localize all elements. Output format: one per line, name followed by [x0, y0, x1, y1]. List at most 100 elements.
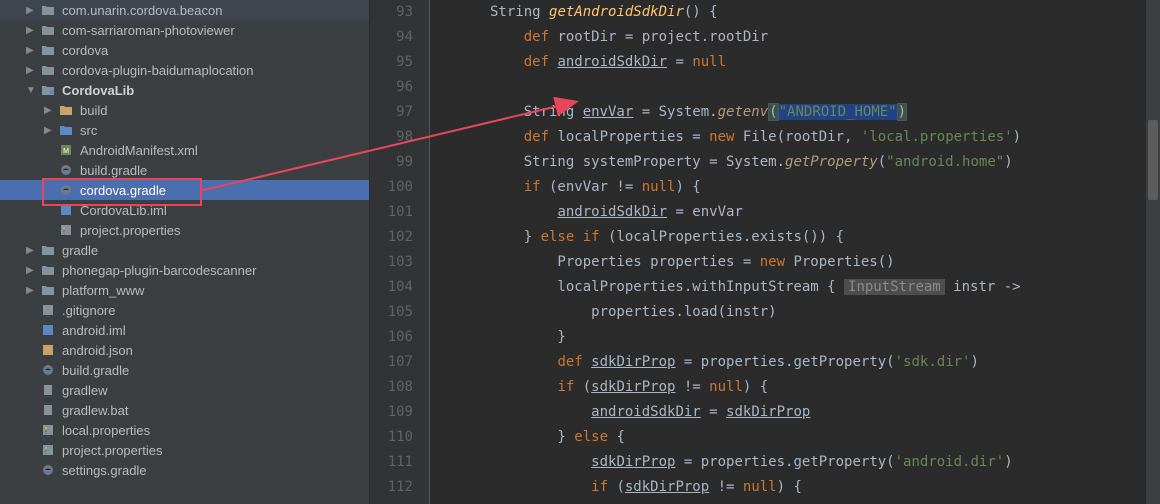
code-token	[490, 54, 524, 70]
expand-arrow-icon[interactable]: ▶	[26, 45, 36, 56]
code-line[interactable]: String envVar = System.getenv("ANDROID_H…	[490, 100, 1160, 125]
json-icon	[40, 342, 56, 358]
tree-item-label: AndroidManifest.xml	[80, 143, 198, 158]
tree-item-android-json[interactable]: ▶android.json	[0, 340, 369, 360]
code-token: getenv	[718, 104, 769, 120]
tree-item-build[interactable]: ▶ build	[0, 100, 369, 120]
code-token: androidSdkDir	[591, 404, 701, 420]
tree-item-build-gradle[interactable]: ▶build.gradle	[0, 360, 369, 380]
expand-arrow-icon[interactable]: ▶	[26, 5, 36, 16]
code-line[interactable]: String systemProperty = System.getProper…	[490, 150, 1160, 175]
code-token	[490, 179, 524, 195]
code-token	[490, 354, 557, 370]
code-token: else	[574, 429, 608, 445]
code-line[interactable]: localProperties.withInputStream { InputS…	[490, 275, 1160, 300]
folder-icon	[40, 22, 56, 38]
expand-arrow-icon[interactable]: ▶	[26, 285, 36, 296]
tree-item-gradlew-bat[interactable]: ▶gradlew.bat	[0, 400, 369, 420]
code-token: }	[490, 429, 574, 445]
code-token: envVar	[583, 104, 634, 120]
folder-icon	[40, 282, 56, 298]
tree-item-label: build.gradle	[62, 363, 129, 378]
project-tree[interactable]: ▶com.unarin.cordova.beacon▶com-sarriarom…	[0, 0, 370, 504]
tree-item-label: build	[80, 103, 107, 118]
tree-item-settings-gradle[interactable]: ▶settings.gradle	[0, 460, 369, 480]
tree-item-cordovalib-iml[interactable]: ▶CordovaLib.iml	[0, 200, 369, 220]
code-line[interactable]: androidSdkDir = sdkDirProp	[490, 400, 1160, 425]
tree-item-project-properties[interactable]: ▶project.properties	[0, 220, 369, 240]
line-number: 108	[370, 375, 413, 400]
expand-arrow-icon[interactable]: ▼	[26, 85, 36, 96]
code-token: 'android.dir'	[895, 454, 1005, 470]
code-token: localProperties.withInputStream {	[490, 279, 844, 295]
expand-arrow-icon[interactable]: ▶	[26, 245, 36, 256]
code-line[interactable]: def androidSdkDir = null	[490, 50, 1160, 75]
tree-item-label: cordova.gradle	[80, 183, 166, 198]
code-line[interactable]: def localProperties = new File(rootDir, …	[490, 125, 1160, 150]
iml-icon	[40, 322, 56, 338]
expand-arrow-icon[interactable]: ▶	[44, 105, 54, 116]
code-line[interactable]: } else if (localProperties.exists()) {	[490, 225, 1160, 250]
scrollbar-thumb[interactable]	[1148, 120, 1158, 200]
line-number: 96	[370, 75, 413, 100]
expand-arrow-icon[interactable]: ▶	[26, 65, 36, 76]
tree-item-platform-www[interactable]: ▶platform_www	[0, 280, 369, 300]
code-token: }	[490, 229, 541, 245]
tree-item-src[interactable]: ▶ src	[0, 120, 369, 140]
code-editor[interactable]: 9394959697989910010110210310410510610710…	[370, 0, 1160, 504]
code-token: = properties.getProperty(	[675, 454, 894, 470]
file-icon	[40, 402, 56, 418]
code-line[interactable]: if (sdkDirProp != null) {	[490, 475, 1160, 500]
tree-item-cordova[interactable]: ▶cordova	[0, 40, 369, 60]
tree-item--gitignore[interactable]: ▶.gitignore	[0, 300, 369, 320]
code-token: androidSdkDir	[557, 54, 667, 70]
code-line[interactable]: if (sdkDirProp != null) {	[490, 375, 1160, 400]
tree-item-label: phonegap-plugin-barcodescanner	[62, 263, 256, 278]
vertical-scrollbar[interactable]	[1146, 0, 1160, 504]
gradle-icon	[40, 362, 56, 378]
code-token: ) {	[675, 179, 700, 195]
code-line[interactable]: Properties properties = new Properties()	[490, 250, 1160, 275]
folder-icon	[40, 2, 56, 18]
gradle-icon	[58, 182, 74, 198]
tree-item-build-gradle[interactable]: ▶build.gradle	[0, 160, 369, 180]
code-line[interactable]: }	[490, 325, 1160, 350]
tree-item-gradle[interactable]: ▶gradle	[0, 240, 369, 260]
code-line[interactable]: if (envVar != null) {	[490, 175, 1160, 200]
tree-item-cordovalib[interactable]: ▼CordovaLib	[0, 80, 369, 100]
code-line[interactable]: def sdkDirProp = properties.getProperty(…	[490, 350, 1160, 375]
tree-item-label: src	[80, 123, 97, 138]
code-token: "ANDROID_HOME"	[779, 104, 897, 120]
code-line[interactable]: androidSdkDir = (new File(rootDir, sdkDi…	[490, 500, 1160, 504]
tree-item-cordova-gradle[interactable]: ▶cordova.gradle	[0, 180, 369, 200]
tree-item-androidmanifest-xml[interactable]: ▶MAndroidManifest.xml	[0, 140, 369, 160]
tree-item-local-properties[interactable]: ▶local.properties	[0, 420, 369, 440]
code-line[interactable]: properties.load(instr)	[490, 300, 1160, 325]
code-line[interactable]: def rootDir = project.rootDir	[490, 25, 1160, 50]
code-token: sdkDirProp	[591, 379, 675, 395]
code-line[interactable]: } else {	[490, 425, 1160, 450]
code-token	[490, 404, 591, 420]
tree-item-com-unarin-cordova-beacon[interactable]: ▶com.unarin.cordova.beacon	[0, 0, 369, 20]
tree-item-label: gradlew.bat	[62, 403, 129, 418]
tree-item-project-properties[interactable]: ▶project.properties	[0, 440, 369, 460]
tree-item-phonegap-plugin-barcodescanner[interactable]: ▶ phonegap-plugin-barcodescanner	[0, 260, 369, 280]
code-token: )	[897, 103, 907, 121]
code-token	[490, 129, 524, 145]
code-token: null	[709, 379, 743, 395]
expand-arrow-icon[interactable]: ▶	[26, 265, 36, 276]
code-area[interactable]: String getAndroidSdkDir() { def rootDir …	[430, 0, 1160, 504]
code-line[interactable]: androidSdkDir = envVar	[490, 200, 1160, 225]
tree-item-com-sarriaroman-photoviewer[interactable]: ▶com-sarriaroman-photoviewer	[0, 20, 369, 40]
tree-item-label: build.gradle	[80, 163, 147, 178]
code-line[interactable]: String getAndroidSdkDir() {	[490, 0, 1160, 25]
tree-item-cordova-plugin-baidumaplocation[interactable]: ▶cordova-plugin-baidumaplocation	[0, 60, 369, 80]
tree-item-android-iml[interactable]: ▶android.iml	[0, 320, 369, 340]
tree-item-gradlew[interactable]: ▶gradlew	[0, 380, 369, 400]
code-line[interactable]	[490, 75, 1160, 100]
code-token: (	[574, 379, 591, 395]
expand-arrow-icon[interactable]: ▶	[26, 25, 36, 36]
code-line[interactable]: sdkDirProp = properties.getProperty('and…	[490, 450, 1160, 475]
expand-arrow-icon[interactable]: ▶	[44, 125, 54, 136]
tree-item-label: CordovaLib.iml	[80, 203, 167, 218]
